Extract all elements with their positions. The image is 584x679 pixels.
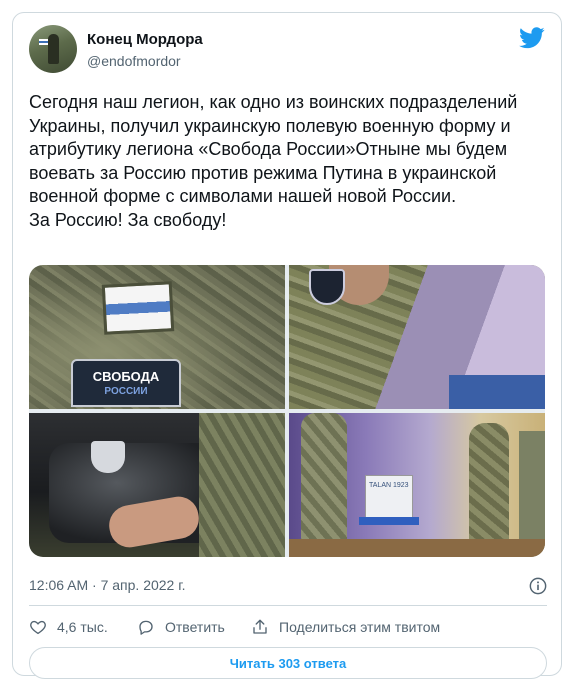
heart-icon [30, 620, 46, 635]
action-bar: 4,6 тыс. Ответить Поделиться этим твитом [29, 617, 547, 637]
photo3-shield-patch [91, 441, 125, 473]
info-icon[interactable] [529, 577, 547, 595]
reply-label: Ответить [165, 619, 225, 635]
badge-line2: РОССИИ [104, 386, 148, 397]
photo-1[interactable]: СВОБОДА РОССИИ [29, 265, 285, 409]
reply-bubble-icon [139, 620, 153, 635]
tweet-text: Сегодня наш легион, как одно из воинских… [29, 92, 518, 230]
photo-4[interactable]: TALAN 1923 [289, 413, 545, 557]
photo4-soldier-left [301, 413, 347, 557]
avatar-figure [48, 34, 59, 64]
share-upload-icon [253, 619, 267, 634]
tweet-card: Конец Мордора @endofmordor Сегодня наш л… [12, 12, 562, 679]
tweet-timestamp[interactable]: 12:06 AM · 7 апр. 2022 г. [29, 577, 186, 593]
legion-badge: СВОБОДА РОССИИ [71, 359, 181, 407]
avatar-flag [39, 39, 48, 45]
read-replies-button[interactable]: Читать 303 ответа [29, 647, 547, 679]
reply-button[interactable]: Ответить [137, 617, 225, 637]
photo4-floor [289, 539, 545, 557]
author-name[interactable]: Конец Мордора [87, 31, 203, 48]
author-handle[interactable]: @endofmordor [87, 53, 181, 69]
share-button[interactable]: Поделиться этим твитом [251, 617, 440, 637]
tweet-meta: 12:06 AM · 7 апр. 2022 г. [29, 577, 547, 597]
photo4-box: TALAN 1923 [365, 475, 413, 519]
photo4-stool [359, 517, 419, 525]
twitter-bird-icon[interactable] [519, 27, 545, 49]
badge-line1: СВОБОДА [92, 369, 160, 384]
like-button[interactable]: 4,6 тыс. [29, 617, 108, 637]
photo3-camo [199, 413, 285, 557]
photo-2[interactable] [289, 265, 545, 409]
share-label: Поделиться этим твитом [279, 619, 441, 635]
photo4-soldier-right [469, 423, 509, 557]
flag-patch [101, 281, 175, 335]
divider [29, 605, 547, 606]
photo2-shield-patch [309, 269, 345, 305]
media-grid[interactable]: СВОБОДА РОССИИ TALAN 1923 [29, 265, 545, 557]
like-count: 4,6 тыс. [57, 619, 108, 635]
photo-3[interactable] [29, 413, 285, 557]
author-avatar[interactable] [29, 25, 77, 73]
photo2-blue-fabric [449, 375, 545, 409]
